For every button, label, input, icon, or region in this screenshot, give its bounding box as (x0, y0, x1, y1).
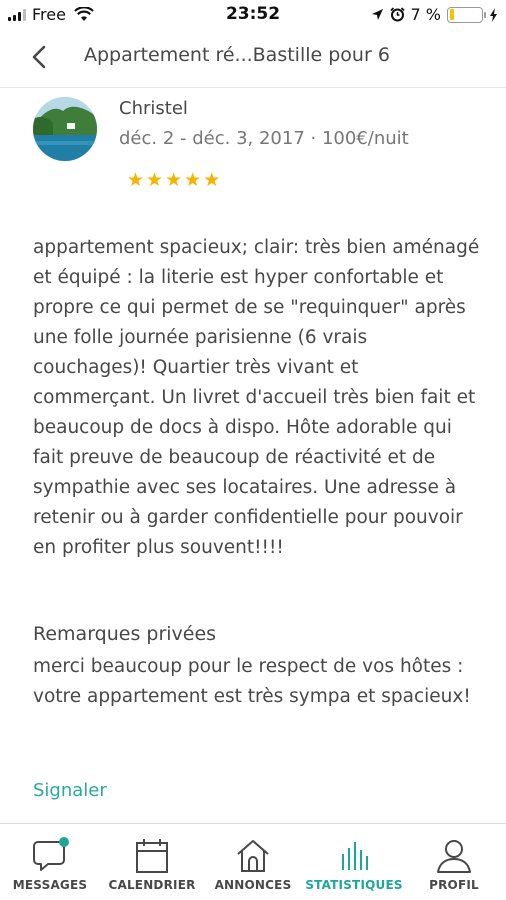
tab-calendrier[interactable]: CALENDRIER (106, 824, 198, 900)
tab-bar: MESSAGES CALENDRIER ANNONCES STATISTIQUE… (0, 823, 506, 900)
star-icon: ★ (146, 169, 164, 191)
tab-label: ANNONCES (214, 878, 292, 892)
status-right: 7 % (371, 5, 498, 24)
tab-label: PROFIL (429, 878, 479, 892)
star-icon: ★ (127, 169, 145, 191)
chat-bubble-icon (33, 837, 69, 871)
tab-messages[interactable]: MESSAGES (4, 824, 96, 900)
star-icon: ★ (184, 169, 202, 191)
charging-bolt-icon (490, 7, 497, 22)
avatar[interactable] (33, 97, 97, 161)
tab-label: STATISTIQUES (305, 878, 403, 892)
tab-statistiques[interactable]: STATISTIQUES (305, 824, 403, 900)
location-arrow-icon (371, 9, 383, 20)
star-icon: ★ (203, 169, 221, 191)
back-button[interactable] (26, 42, 54, 72)
house-icon (237, 840, 269, 872)
person-icon (437, 840, 471, 873)
stay-dates-price: déc. 2 - déc. 3, 2017 · 100€/nuit (119, 128, 409, 149)
private-remarks-text: merci beaucoup pour le respect de vos hô… (33, 656, 471, 707)
star-icon: ★ (165, 169, 183, 191)
notification-badge (59, 837, 69, 847)
battery-percent: 7 % (410, 5, 441, 24)
status-bar: Free 23:52 7 % (0, 0, 506, 30)
tab-label: MESSAGES (12, 878, 88, 892)
review-text: appartement spacieux; clair: très bien a… (33, 237, 480, 558)
calendar-icon (136, 839, 168, 873)
report-link[interactable]: Signaler (33, 780, 107, 801)
chevron-left-icon (32, 45, 46, 69)
battery-icon (447, 6, 486, 23)
private-remarks-heading: Remarques privées (33, 623, 217, 645)
tab-profil[interactable]: PROFIL (408, 824, 500, 900)
alarm-icon (389, 7, 405, 22)
reviewer-name: Christel (119, 98, 188, 119)
nav-header: Appartement ré...Bastille pour 6 (0, 30, 506, 88)
star-rating: ★ ★ ★ ★ ★ (127, 170, 220, 190)
tab-annonces[interactable]: ANNONCES (207, 824, 299, 900)
page-title: Appartement ré...Bastille pour 6 (84, 44, 390, 66)
bar-chart-icon (342, 842, 368, 870)
tab-label: CALENDRIER (108, 878, 196, 892)
avatar-photo (33, 97, 97, 161)
